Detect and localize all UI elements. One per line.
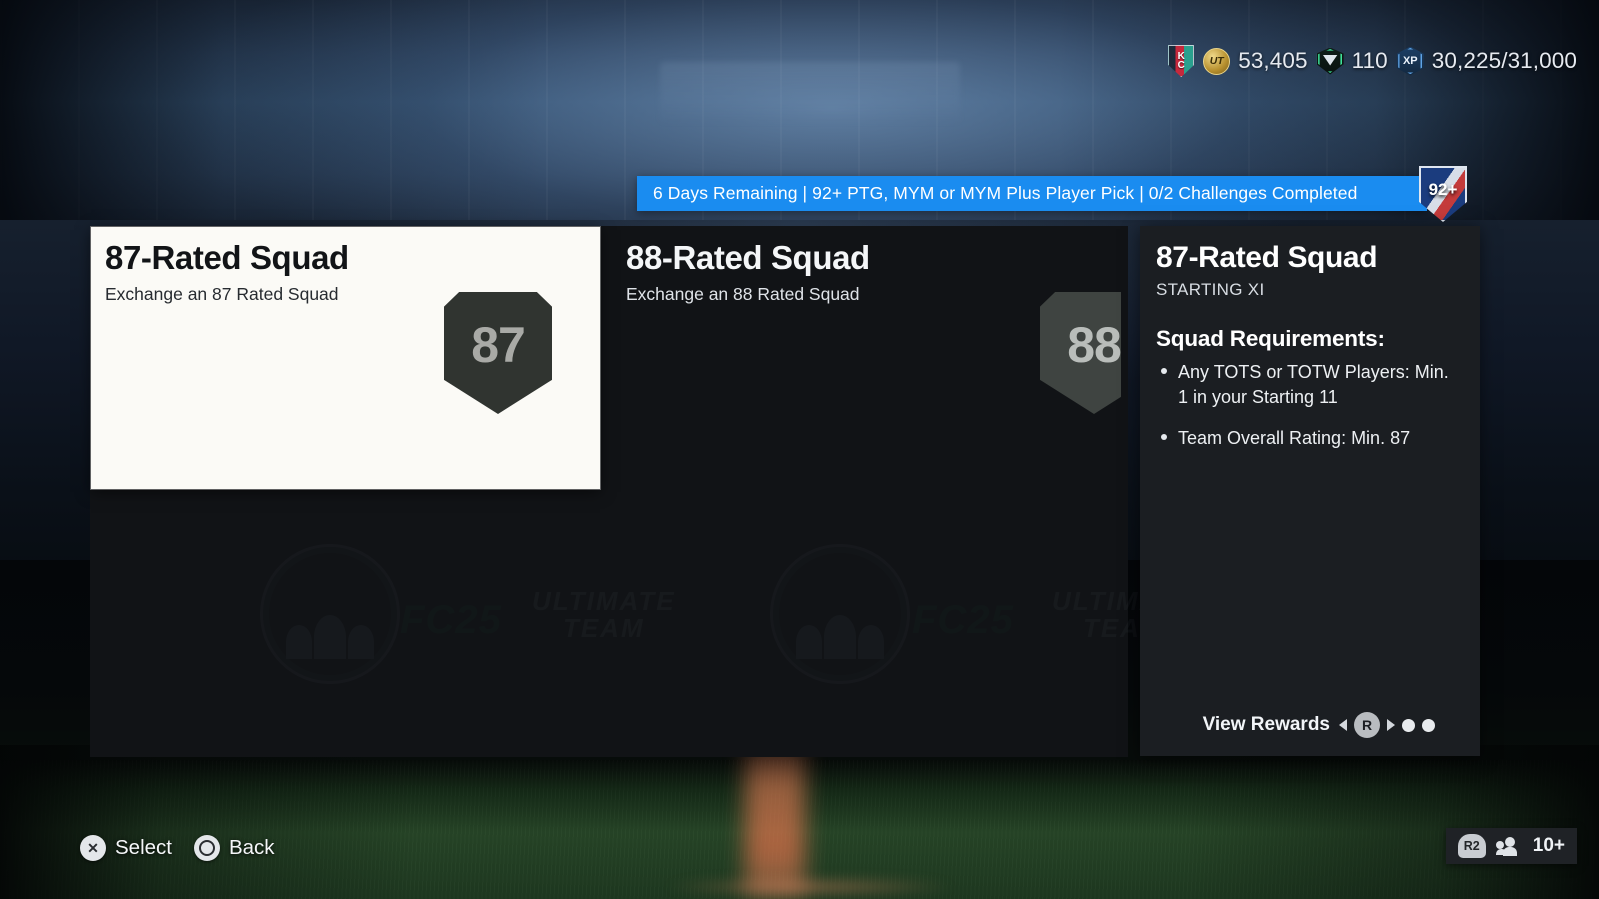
ut-coins-icon: UT <box>1203 47 1231 75</box>
action-select[interactable]: ✕ Select <box>80 835 172 861</box>
action-back-label: Back <box>228 836 275 859</box>
challenge-card-87-title: 87-Rated Squad <box>105 239 349 276</box>
view-rewards-label: View Rewards <box>1202 714 1330 735</box>
watermark-crest-right <box>770 544 910 684</box>
watermark-crest-left <box>260 544 400 684</box>
hud-xp: XP 30,225/31,000 <box>1396 46 1577 76</box>
challenge-card-88[interactable]: 88-Rated Squad Exchange an 88 Rated Squa… <box>612 227 1121 489</box>
fc-points-icon <box>1316 47 1344 75</box>
challenge-list-panel: FC25 ULTIMATETEAM FC25 ULTIMATETEAM 87-R… <box>90 226 1194 757</box>
detail-requirements-heading: Squad Requirements: <box>1156 326 1385 351</box>
xp-icon: XP <box>1396 46 1424 76</box>
challenge-card-87-subtitle: Exchange an 87 Rated Squad <box>105 284 339 304</box>
fc-points-value: 110 <box>1351 48 1388 73</box>
watermark-people <box>286 601 374 659</box>
watermark-fc25-right: FC25 <box>912 598 1014 643</box>
rating-shield-88-value: 88 <box>1067 317 1121 373</box>
page-dot-1[interactable] <box>1402 718 1415 732</box>
club-crest-letters: K C <box>1168 45 1194 77</box>
watermark-fc25-text-2: FC25 <box>912 598 1014 643</box>
xp-icon-label: XP <box>1402 55 1418 67</box>
club-crest-letter-2: C <box>1177 60 1185 71</box>
requirement-item: Any TOTS or TOTW Players: Min. 1 in your… <box>1158 360 1458 410</box>
xp-value: 30,225/31,000 <box>1431 48 1577 73</box>
watermark-people-2 <box>796 601 884 659</box>
rating-shield-87-icon: 87 <box>444 292 552 414</box>
challenge-banner-text: 6 Days Remaining | 92+ PTG, MYM or MYM P… <box>653 183 1358 203</box>
r-bumper-button[interactable]: R <box>1354 712 1380 738</box>
club-crest-icon: K C <box>1168 45 1195 77</box>
chevron-left-icon[interactable] <box>1339 719 1347 731</box>
view-rewards-control[interactable]: View Rewards R <box>1203 712 1435 738</box>
challenge-card-88-subtitle: Exchange an 88 Rated Squad <box>626 284 860 304</box>
watermark-crest-graphic-2 <box>770 544 910 684</box>
circle-button-icon <box>193 835 220 861</box>
watermark-crest-graphic <box>260 544 400 684</box>
challenge-card-87[interactable]: 87-Rated Squad Exchange an 87 Rated Squa… <box>91 227 600 489</box>
r2-button-icon: R2 <box>1457 834 1486 858</box>
rating-shield-87-value: 87 <box>471 317 526 373</box>
background-pitch-vignette <box>0 745 1599 899</box>
requirement-item: Team Overall Rating: Min. 87 <box>1158 426 1458 451</box>
hud-club-crest: K C <box>1168 45 1195 77</box>
watermark-ut-text-left: ULTIMATETEAM <box>532 587 676 643</box>
watermark-ut-left: ULTIMATETEAM <box>532 587 676 643</box>
detail-subtitle: STARTING XI <box>1156 280 1265 299</box>
online-count: 10+ <box>1532 835 1565 856</box>
bottom-action-bar: ✕ Select Back <box>80 835 275 861</box>
online-players-widget[interactable]: R2 10+ <box>1445 828 1577 864</box>
hud-coins: UT 53,405 <box>1203 47 1308 75</box>
challenge-detail-panel: 87-Rated Squad STARTING XI Squad Require… <box>1140 226 1480 756</box>
challenge-card-88-title: 88-Rated Squad <box>626 239 870 276</box>
watermark-fc25-left: FC25 <box>400 598 502 643</box>
coins-value: 53,405 <box>1238 48 1308 73</box>
hud-fc-points: 110 <box>1316 47 1388 75</box>
people-icon <box>1495 836 1523 856</box>
page-dot-2[interactable] <box>1422 718 1435 732</box>
detail-title: 87-Rated Squad <box>1156 241 1378 274</box>
detail-requirements-list: Any TOTS or TOTW Players: Min. 1 in your… <box>1158 360 1458 466</box>
player-pick-rating: 92+ <box>1428 179 1458 199</box>
action-back[interactable]: Back <box>193 835 275 861</box>
cross-button-icon: ✕ <box>80 835 106 861</box>
top-hud: K C UT 53,405 110 XP 30,225/31,000 <box>1168 45 1577 77</box>
action-select-label: Select <box>115 836 172 859</box>
player-pick-shield-icon: 92+ <box>1419 166 1467 222</box>
watermark-fc25-text: FC25 <box>400 598 502 643</box>
rating-shield-88-icon: 88 <box>1040 292 1121 414</box>
chevron-right-icon[interactable] <box>1387 719 1395 731</box>
challenge-banner[interactable]: 6 Days Remaining | 92+ PTG, MYM or MYM P… <box>637 176 1427 211</box>
